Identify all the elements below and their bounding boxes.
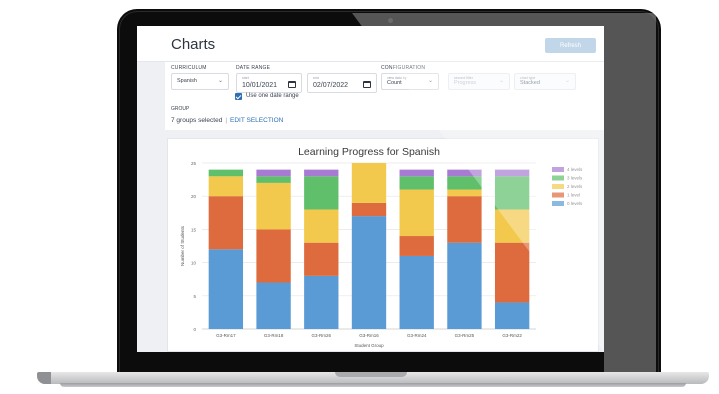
y-tick-label: 25 (191, 161, 197, 166)
chevron-down-icon: ⌄ (217, 78, 223, 84)
app-screen: Charts Refresh CURRICULUM Spanish ⌄ DATE… (137, 26, 604, 352)
bar-segment (399, 189, 434, 237)
bar-segment (304, 275, 339, 329)
x-tick-label: G3-Rm17 (216, 333, 236, 338)
group-selection-line: 7 groups selected | EDIT SELECTION (171, 117, 283, 124)
bar-segment (256, 282, 291, 329)
bar-segment (447, 196, 482, 243)
x-tick-label: G3-Rm24 (407, 333, 427, 338)
bar-segment (351, 202, 387, 217)
y-tick-label: 20 (191, 194, 197, 199)
view-data-value: Count (387, 80, 402, 86)
chevron-down-icon: ⌄ (564, 78, 570, 84)
laptop-base-shadow (60, 383, 686, 387)
end-date-field[interactable]: end 02/07/2022 (307, 73, 377, 93)
x-tick-label: G3-Rm18 (264, 333, 284, 338)
view-data-select[interactable]: view data by Count ⌄ (381, 73, 439, 90)
bar-segment (494, 169, 530, 177)
bar-segment (399, 255, 434, 329)
checkbox-checked-icon[interactable] (235, 93, 242, 100)
camera-icon (388, 18, 393, 23)
date-range-label: DATE RANGE (236, 65, 271, 71)
configuration-label: CONFIGURATION (381, 65, 426, 71)
legend-swatch (552, 201, 564, 206)
start-date-value: 10/01/2021 (242, 82, 278, 89)
y-tick-label: 5 (193, 294, 196, 299)
bar-segment (208, 249, 244, 329)
legend-swatch (552, 175, 564, 181)
refresh-button[interactable]: Refresh (545, 38, 596, 53)
legend-label: 4 levels (567, 167, 583, 172)
curriculum-value: Spanish (177, 78, 197, 84)
bar-segment (208, 169, 244, 177)
use-one-date-label: Use one date range (246, 93, 299, 99)
bar-segment (256, 182, 291, 230)
title-bar: Charts Refresh (137, 26, 604, 62)
bar-segment (494, 209, 530, 243)
x-tick-label: G3-Rm26 (312, 333, 332, 338)
bar-segment (304, 169, 339, 177)
y-axis-label: Number of Students (180, 225, 185, 266)
bar-segment (447, 242, 482, 329)
learning-progress-chart: Learning Progress for Spanish 0 5 10 15 20 25 N… (180, 146, 583, 348)
group-label: GROUP (171, 106, 190, 112)
legend-label: 0 levels (567, 201, 583, 206)
y-tick-label: 15 (191, 227, 197, 232)
start-inner-label: start (242, 76, 249, 80)
legend-label: 3 levels (567, 176, 583, 181)
calendar-icon[interactable] (288, 81, 296, 88)
legend-label: 2 levels (567, 184, 583, 189)
bar-segment (208, 196, 244, 250)
groups-selected-text: 7 groups selected (171, 117, 223, 124)
bar-segment (208, 176, 244, 197)
x-tick-label: G3-Rm16 (359, 333, 379, 338)
bar-segment (399, 176, 434, 190)
bar-segment (494, 176, 530, 210)
bar-segment (256, 229, 291, 283)
bar-segment (399, 169, 434, 177)
start-date-field[interactable]: start 10/01/2021 (236, 73, 302, 93)
chevron-down-icon: ⌄ (498, 78, 504, 84)
bar-segment (304, 176, 339, 210)
chart-card: Learning Progress for Spanish 0 5 10 15 20 25 N… (167, 138, 599, 352)
bar-segment (447, 169, 482, 177)
bar-segment (304, 242, 339, 276)
chart-title: Learning Progress for Spanish (298, 146, 440, 158)
laptop-base-cap (37, 372, 51, 384)
y-tick-label: 10 (191, 261, 197, 266)
curriculum-label: CURRICULUM (171, 65, 207, 71)
bar-segment (494, 242, 530, 303)
bar-segment (447, 189, 482, 197)
curriculum-select[interactable]: Spanish ⌄ (171, 73, 229, 90)
bar-segment (256, 176, 291, 183)
bar-segment (351, 163, 387, 203)
chevron-down-icon: ⌄ (427, 78, 433, 84)
end-date-value: 02/07/2022 (313, 82, 349, 89)
calendar-icon[interactable] (363, 81, 371, 88)
group-separator: | (225, 117, 228, 124)
second-filter-select[interactable]: second filter Progress ⌄ (448, 73, 510, 90)
end-inner-label: end (313, 76, 319, 80)
x-axis-label: Student Group (354, 343, 384, 348)
legend-swatch (552, 192, 564, 198)
x-tick-label: G3-Rm22 (502, 333, 522, 338)
chart-type-select[interactable]: chart type Stacked ⌄ (514, 73, 576, 90)
bar-segment (351, 216, 387, 329)
second-value: Progress (454, 80, 477, 86)
legend-swatch (552, 167, 564, 172)
page-title: Charts (171, 36, 216, 53)
laptop-opening-notch (335, 372, 407, 377)
bar-segment (304, 209, 339, 243)
bar-segment (447, 176, 482, 190)
legend-label: 1 level (567, 193, 580, 198)
legend-swatch (552, 184, 564, 189)
chart-type-value: Stacked (520, 80, 540, 86)
edit-selection-link[interactable]: EDIT SELECTION (230, 117, 283, 124)
x-tick-label: G3-Rm25 (455, 333, 475, 338)
bar-segment (256, 169, 291, 177)
y-tick-label: 0 (193, 327, 196, 332)
bar-segment (494, 302, 530, 329)
bar-segment (399, 236, 434, 256)
